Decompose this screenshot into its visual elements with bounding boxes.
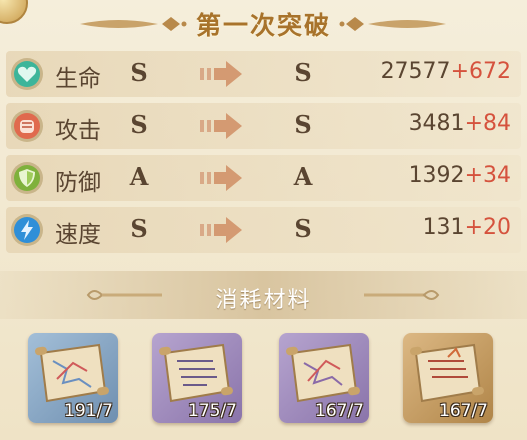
shield-icon: [11, 162, 43, 194]
material-slot[interactable]: 175/7: [152, 333, 242, 423]
grade-from: S: [130, 58, 148, 87]
stat-row-hp: 生命 S S 27577+672: [0, 48, 527, 100]
header: 第一次突破: [0, 0, 527, 50]
grade-to: S: [294, 58, 312, 87]
material-count: 167/7: [439, 401, 488, 421]
arrow-right-icon: [200, 113, 242, 139]
materials-title: 消耗材料: [215, 288, 312, 313]
stat-name: 防御: [55, 170, 101, 196]
grade-from: A: [129, 162, 149, 191]
map-scroll-icon: [35, 343, 109, 403]
map-scroll-icon: [286, 343, 360, 403]
heart-icon: [11, 58, 43, 90]
arrow-right-icon: [200, 217, 242, 243]
grade-to: S: [294, 110, 312, 139]
stat-value: 131+20: [422, 215, 511, 240]
stat-value: 27577+672: [380, 59, 511, 84]
stat-value: 1392+34: [408, 163, 511, 188]
fist-icon: [11, 110, 43, 142]
material-slot[interactable]: 167/7: [403, 333, 493, 423]
stat-value: 3481+84: [408, 111, 511, 136]
material-count: 175/7: [188, 401, 237, 421]
material-slot[interactable]: 191/7: [28, 333, 118, 423]
right-scroll-ornament-icon: [364, 290, 440, 300]
material-count: 191/7: [64, 401, 113, 421]
lightning-icon: [11, 214, 43, 246]
grade-to: S: [294, 214, 312, 243]
stat-name: 速度: [55, 222, 101, 248]
stat-name: 攻击: [55, 118, 101, 144]
arrow-right-icon: [200, 61, 242, 87]
stat-row-speed: 速度 S S 131+20: [0, 204, 527, 256]
stat-row-defense: 防御 A A 1392+34: [0, 152, 527, 204]
arrow-right-icon: [200, 165, 242, 191]
stat-row-attack: 攻击 S S 3481+84: [0, 100, 527, 152]
stat-name: 生命: [55, 66, 101, 92]
right-ornament-icon: [339, 17, 446, 31]
grade-to: A: [293, 162, 313, 191]
map-scroll-icon: [410, 343, 484, 403]
material-count: 167/7: [315, 401, 364, 421]
grade-from: S: [130, 214, 148, 243]
breakthrough-panel: 第一次突破 生命 S S 27577+672 攻击 S S 3481+84 防御…: [0, 0, 527, 440]
grade-from: S: [130, 110, 148, 139]
map-scroll-icon: [159, 343, 233, 403]
material-slot[interactable]: 167/7: [279, 333, 369, 423]
